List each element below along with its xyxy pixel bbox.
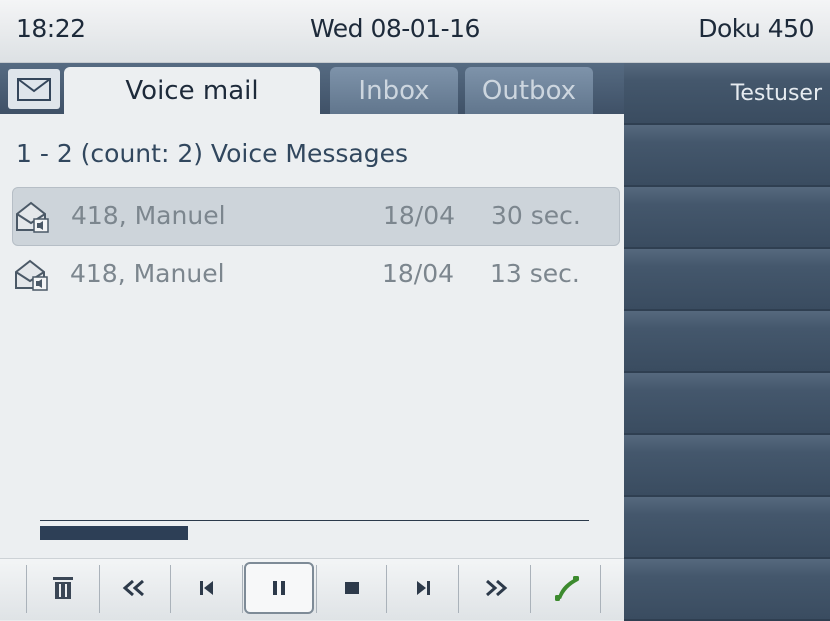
- function-key[interactable]: [624, 559, 830, 621]
- message-row[interactable]: 418, Manuel 18/04 30 sec.: [12, 187, 620, 246]
- message-duration: 13 sec.: [490, 259, 580, 288]
- message-date: 18/04: [383, 201, 456, 230]
- rewind-button[interactable]: [100, 562, 170, 614]
- voicemail-pane: Voice mail Inbox Outbox 1 - 2 (count: 2)…: [0, 63, 624, 620]
- skip-forward-icon: [417, 581, 430, 595]
- stop-icon: [345, 582, 359, 594]
- call-back-button[interactable]: [532, 562, 602, 614]
- message-row[interactable]: 418, Manuel 18/04 13 sec.: [12, 246, 618, 303]
- function-key[interactable]: [624, 435, 830, 497]
- trash-icon: [53, 577, 73, 599]
- function-key[interactable]: [624, 249, 830, 311]
- fast-forward-icon: [486, 579, 508, 597]
- tab-inbox[interactable]: Inbox: [330, 67, 458, 114]
- current-date: Wed 08-01-16: [310, 14, 480, 43]
- function-key[interactable]: [624, 311, 830, 373]
- envelope-icon: [8, 69, 60, 109]
- function-key-panel: Testuser: [624, 63, 830, 621]
- tab-outbox[interactable]: Outbox: [465, 67, 593, 114]
- voicemail-envelope-icon: [15, 259, 48, 291]
- call-back-icon: [555, 576, 579, 601]
- rewind-icon: [122, 579, 144, 597]
- message-date: 18/04: [382, 259, 455, 288]
- stop-button[interactable]: [317, 562, 387, 614]
- pause-button[interactable]: [244, 562, 314, 614]
- function-key[interactable]: [624, 125, 830, 187]
- message-duration: 30 sec.: [491, 201, 581, 230]
- function-key[interactable]: [624, 373, 830, 435]
- skip-back-icon: [200, 581, 213, 595]
- next-button[interactable]: [388, 562, 458, 614]
- function-key[interactable]: [624, 187, 830, 249]
- clock-time: 18:22: [16, 14, 86, 43]
- function-key-testuser[interactable]: Testuser: [624, 63, 830, 125]
- tab-voice-mail[interactable]: Voice mail: [64, 67, 320, 114]
- previous-button[interactable]: [172, 562, 242, 614]
- status-bar: 18:22 Wed 08-01-16 Doku 450: [0, 0, 830, 63]
- pause-icon: [273, 581, 285, 595]
- message-count: 1 - 2 (count: 2) Voice Messages: [16, 139, 409, 168]
- caller-name: 418, Manuel: [71, 201, 226, 230]
- playback-controls: [0, 558, 624, 620]
- playback-progress[interactable]: [40, 526, 188, 540]
- caller-name: 418, Manuel: [70, 259, 225, 288]
- delete-button[interactable]: [28, 562, 98, 614]
- function-key[interactable]: [624, 497, 830, 559]
- fast-forward-button[interactable]: [460, 562, 530, 614]
- playback-track: [40, 520, 589, 521]
- device-user-label: Doku 450: [698, 14, 814, 43]
- tab-bar: Voice mail Inbox Outbox: [0, 63, 624, 114]
- voicemail-envelope-icon: [16, 201, 49, 233]
